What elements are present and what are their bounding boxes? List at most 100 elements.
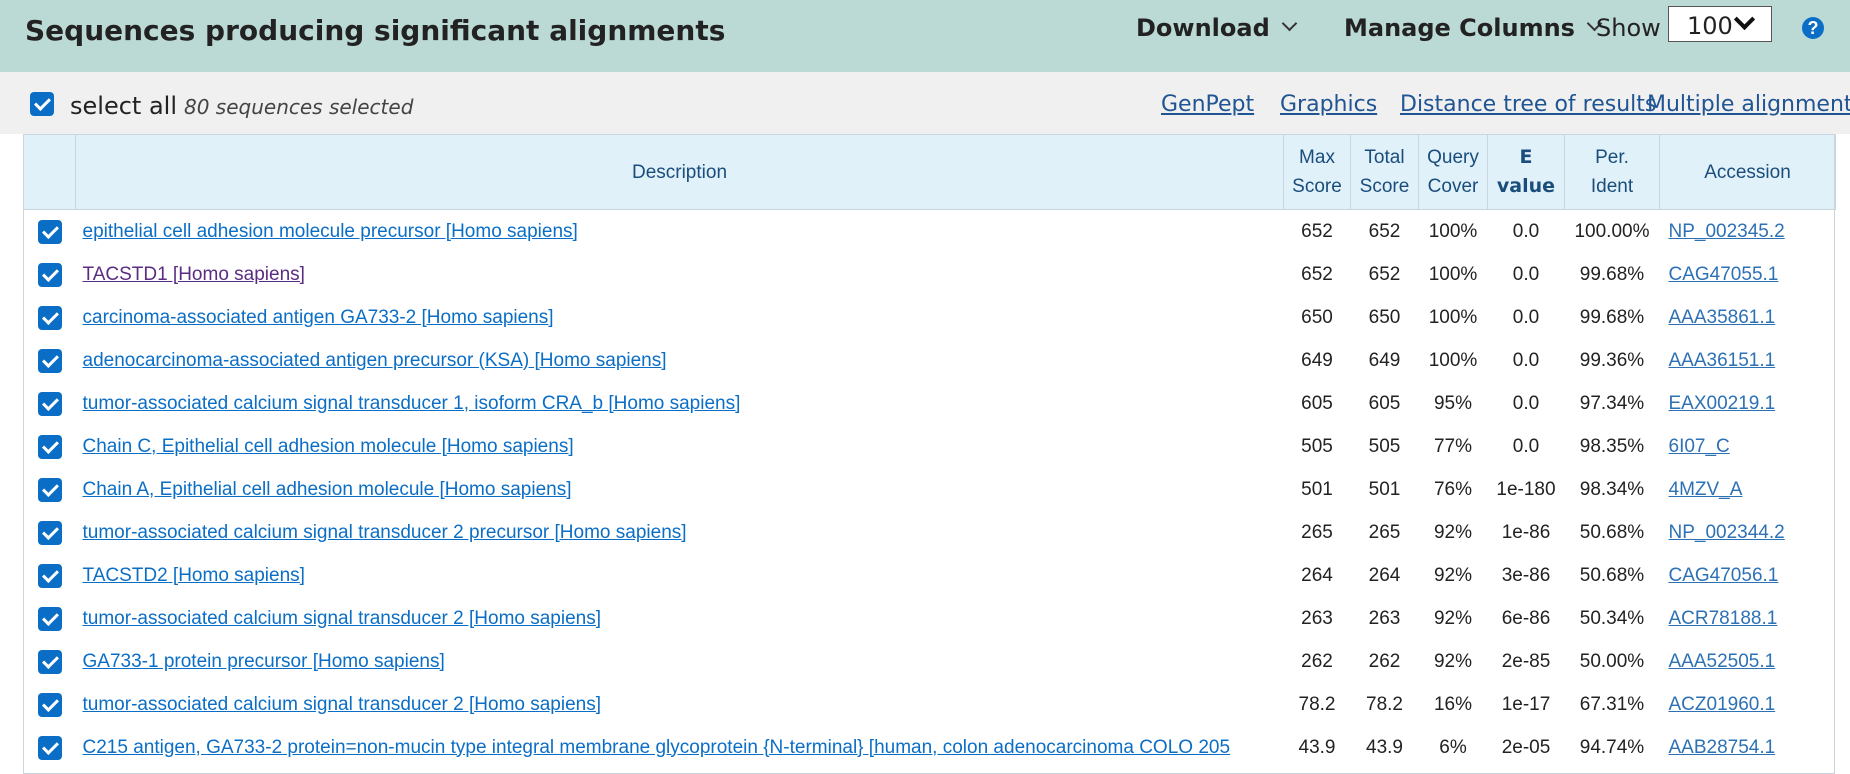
row-cell-select xyxy=(24,554,76,597)
chevron-down-icon xyxy=(1281,15,1298,32)
accession-link[interactable]: NP_002344.2 xyxy=(1669,522,1785,543)
row-cell-description: tumor-associated calcium signal transduc… xyxy=(76,382,1284,425)
per-ident-cell: 99.68% xyxy=(1579,263,1645,285)
table-row: TACSTD1 [Homo sapiens] 652 652 100% 0.0 99.68… xyxy=(24,253,1836,296)
row-checkbox[interactable] xyxy=(37,348,62,373)
per-ident-column-header[interactable]: Per. Ident xyxy=(1564,134,1660,210)
row-cell-accession: NP_002344.2 xyxy=(1660,511,1836,554)
description-link[interactable]: tumor-associated calcium signal transduc… xyxy=(83,393,741,414)
row-checkbox[interactable] xyxy=(37,520,62,545)
select-column-header xyxy=(23,134,76,210)
accession-link[interactable]: CAG47056.1 xyxy=(1669,565,1779,586)
graphics-link[interactable]: Graphics xyxy=(1280,92,1377,117)
row-cell-accession: NP_002345.2 xyxy=(1660,210,1836,254)
max-score-cell: 43.9 xyxy=(1298,736,1336,758)
row-checkbox[interactable] xyxy=(37,735,62,760)
row-cell-description: TACSTD2 [Homo sapiens] xyxy=(76,554,1284,597)
description-link[interactable]: tumor-associated calcium signal transduc… xyxy=(83,694,602,715)
accession-link[interactable]: AAA36151.1 xyxy=(1669,350,1776,371)
row-checkbox[interactable] xyxy=(37,262,62,287)
description-link[interactable]: epithelial cell adhesion molecule precur… xyxy=(83,221,578,242)
genpept-link[interactable]: GenPept xyxy=(1161,92,1254,117)
row-cell-select xyxy=(24,683,76,726)
row-cell-description: tumor-associated calcium signal transduc… xyxy=(76,597,1284,640)
row-cell-accession: AAA35861.1 xyxy=(1660,296,1836,339)
accession-link[interactable]: NP_002345.2 xyxy=(1669,221,1785,242)
row-cell-accession: 6I07_C xyxy=(1660,425,1836,468)
help-icon[interactable]: ? xyxy=(1802,17,1824,39)
accession-column-header[interactable]: Accession xyxy=(1659,134,1836,210)
row-checkbox[interactable] xyxy=(37,219,62,244)
distance-tree-link[interactable]: Distance tree of results xyxy=(1400,92,1656,117)
description-link[interactable]: Chain A, Epithelial cell adhesion molecu… xyxy=(83,479,572,500)
description-link[interactable]: TACSTD2 [Homo sapiens] xyxy=(83,565,305,586)
description-link[interactable]: adenocarcinoma-associated antigen precur… xyxy=(83,350,667,371)
description-link[interactable]: tumor-associated calcium signal transduc… xyxy=(83,608,602,629)
e-value-cell: 2e-05 xyxy=(1501,736,1551,758)
accession-link[interactable]: AAA52505.1 xyxy=(1669,651,1776,672)
row-cell-select xyxy=(24,597,76,640)
select-all-label[interactable]: select all xyxy=(70,92,177,120)
max-score-cell: 649 xyxy=(1301,349,1333,371)
row-cell-select xyxy=(24,296,76,339)
accession-link[interactable]: AAA35861.1 xyxy=(1669,307,1776,328)
table-header-row: Description Max Score Total Score Query Cov… xyxy=(23,134,1836,210)
e-value-cell: 6e-86 xyxy=(1501,607,1551,629)
per-ident-cell: 94.74% xyxy=(1579,736,1645,758)
show-label: Show xyxy=(1596,14,1661,42)
max-score-cell: 262 xyxy=(1301,650,1333,672)
accession-link[interactable]: ACZ01960.1 xyxy=(1669,694,1776,715)
description-link[interactable]: TACSTD1 [Homo sapiens] xyxy=(83,264,305,285)
row-cell-description: tumor-associated calcium signal transduc… xyxy=(76,683,1284,726)
download-label: Download xyxy=(1136,14,1270,42)
row-checkbox[interactable] xyxy=(37,563,62,588)
row-cell-select xyxy=(24,382,76,425)
query-cover-cell: 6% xyxy=(1439,736,1467,758)
max-score-column-header[interactable]: Max Score xyxy=(1283,134,1351,210)
row-checkbox[interactable] xyxy=(37,434,62,459)
accession-link[interactable]: CAG47055.1 xyxy=(1669,264,1779,285)
row-checkbox[interactable] xyxy=(37,305,62,330)
row-checkbox[interactable] xyxy=(37,477,62,502)
max-score-cell: 264 xyxy=(1301,564,1333,586)
e-value-cell: 0.0 xyxy=(1512,306,1540,328)
table-row: Chain A, Epithelial cell adhesion molecu… xyxy=(24,468,1836,511)
row-checkbox[interactable] xyxy=(37,606,62,631)
show-count-select[interactable]: 100 xyxy=(1668,6,1772,42)
description-link[interactable]: C215 antigen, GA733-2 protein=non-mucin … xyxy=(83,737,1231,758)
accession-link[interactable]: EAX00219.1 xyxy=(1669,393,1776,414)
select-all-checkbox[interactable] xyxy=(30,92,54,116)
accession-link[interactable]: 4MZV_A xyxy=(1669,479,1743,500)
row-cell-description: carcinoma-associated antigen GA733-2 [Ho… xyxy=(76,296,1284,339)
total-score-cell: 501 xyxy=(1368,478,1401,500)
row-checkbox[interactable] xyxy=(37,692,62,717)
query-cover-cell: 77% xyxy=(1433,435,1473,457)
max-score-cell: 505 xyxy=(1301,435,1333,457)
e-value-cell: 3e-86 xyxy=(1501,564,1551,586)
row-cell-select xyxy=(24,726,76,769)
total-score-cell: 652 xyxy=(1368,220,1401,242)
row-cell-description: adenocarcinoma-associated antigen precur… xyxy=(76,339,1284,382)
manage-columns-menu[interactable]: Manage Columns xyxy=(1344,14,1603,42)
query-cover-column-header[interactable]: Query Cover xyxy=(1418,134,1488,210)
download-menu[interactable]: Download xyxy=(1136,14,1298,42)
e-value-column-header[interactable]: Evalue xyxy=(1487,134,1565,210)
row-checkbox[interactable] xyxy=(37,649,62,674)
table-row: tumor-associated calcium signal transduc… xyxy=(24,511,1836,554)
description-link[interactable]: Chain C, Epithelial cell adhesion molecu… xyxy=(83,436,574,457)
row-cell-description: Chain A, Epithelial cell adhesion molecu… xyxy=(76,468,1284,511)
row-cell-select xyxy=(24,210,76,254)
description-link[interactable]: carcinoma-associated antigen GA733-2 [Ho… xyxy=(83,307,554,328)
row-checkbox[interactable] xyxy=(37,391,62,416)
query-cover-cell: 92% xyxy=(1433,564,1473,586)
accession-link[interactable]: 6I07_C xyxy=(1669,436,1730,457)
description-link[interactable]: GA733-1 protein precursor [Homo sapiens] xyxy=(83,651,445,672)
multiple-alignment-link[interactable]: Multiple alignment xyxy=(1647,92,1850,117)
description-column-header[interactable]: Description xyxy=(75,134,1284,210)
accession-link[interactable]: ACR78188.1 xyxy=(1669,608,1778,629)
total-score-column-header[interactable]: Total Score xyxy=(1350,134,1419,210)
description-link[interactable]: tumor-associated calcium signal transduc… xyxy=(83,522,687,543)
per-ident-cell: 99.68% xyxy=(1579,306,1645,328)
e-value-cell: 0.0 xyxy=(1512,263,1540,285)
accession-link[interactable]: AAB28754.1 xyxy=(1669,737,1776,758)
